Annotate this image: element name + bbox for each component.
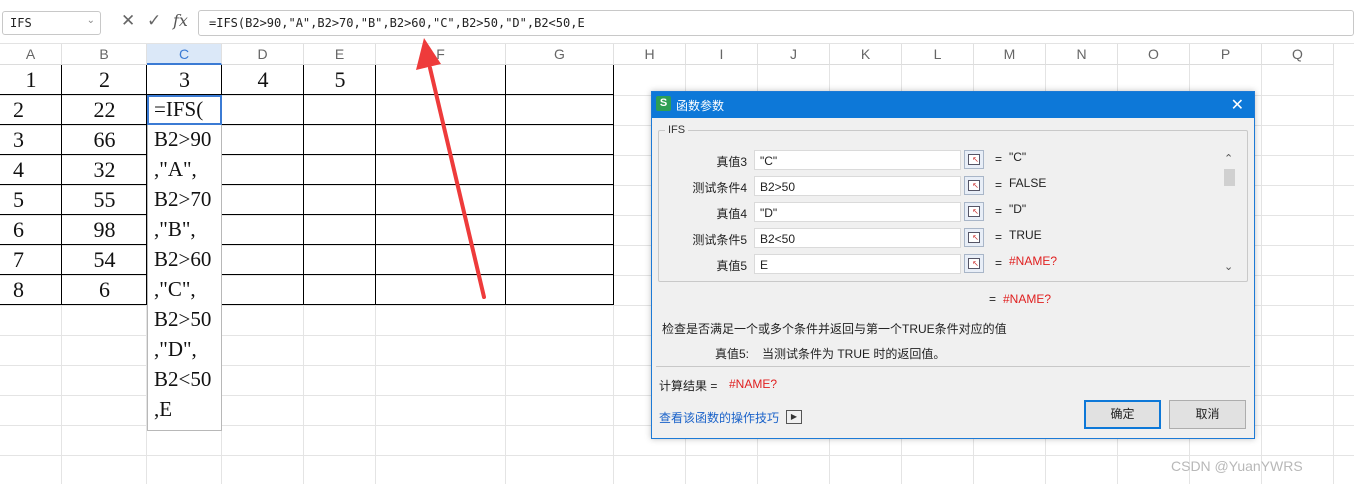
collapse-dialog-icon[interactable]: ↖ <box>964 176 984 195</box>
arg-help-text: 当测试条件为 TRUE 时的返回值。 <box>762 347 946 361</box>
param-eq: = <box>995 178 1003 192</box>
param-label: 真值4 <box>716 207 747 221</box>
param-input[interactable]: B2<50 <box>754 228 961 248</box>
overall-eq: = <box>989 292 997 306</box>
cell-ref-icon: ↖ <box>968 180 980 191</box>
param-label: 测试条件5 <box>692 233 747 247</box>
param-input[interactable]: "D" <box>754 202 961 222</box>
param-eq: = <box>995 152 1003 166</box>
param-result: FALSE <box>1009 176 1047 190</box>
cell-ref-icon: ↖ <box>968 206 980 217</box>
param-eq: = <box>995 204 1003 218</box>
param-input-value: B2<50 <box>760 232 796 246</box>
function-description: 检查是否满足一个或多个条件并返回与第一个TRUE条件对应的值 <box>662 322 1007 336</box>
param-label: 真值3 <box>716 155 747 169</box>
divider <box>656 366 1250 367</box>
param-result: TRUE <box>1009 228 1042 242</box>
watermark: CSDN @YuanYWRS <box>1171 458 1303 474</box>
app-logo-icon: S <box>656 96 671 111</box>
param-eq: = <box>995 256 1003 270</box>
collapse-dialog-icon[interactable]: ↖ <box>964 150 984 169</box>
function-name-label: IFS <box>665 124 689 136</box>
overall-result: #NAME? <box>1003 292 1052 306</box>
cell-ref-icon: ↖ <box>968 232 980 243</box>
ok-button[interactable]: 确定 <box>1084 400 1161 429</box>
calc-result-label: 计算结果 = <box>659 379 718 393</box>
function-arguments-dialog: S 函数参数 ✕ IFS 真值3 "C" ↖ = "C" 测试条件4 B2>50 ↖ = FALS… <box>651 91 1255 439</box>
cell-ref-icon: ↖ <box>968 154 980 165</box>
param-input[interactable]: B2>50 <box>754 176 961 196</box>
chevron-up-icon[interactable]: ⌃ <box>1224 152 1233 165</box>
calc-result-value: #NAME? <box>729 377 778 391</box>
dialog-title: 函数参数 <box>676 99 725 113</box>
dialog-titlebar[interactable]: S 函数参数 ✕ <box>652 92 1254 118</box>
close-icon[interactable]: ✕ <box>1231 95 1244 115</box>
cancel-button[interactable]: 取消 <box>1169 400 1246 429</box>
params-scrollbar[interactable]: ⌃ ⌄ <box>1222 152 1236 276</box>
collapse-dialog-icon[interactable]: ↖ <box>964 202 984 221</box>
collapse-dialog-icon[interactable]: ↖ <box>964 228 984 247</box>
param-eq: = <box>995 230 1003 244</box>
param-input[interactable]: E <box>754 254 961 274</box>
help-link[interactable]: 查看该函数的操作技巧 <box>659 409 779 426</box>
param-input-value: "D" <box>760 206 778 220</box>
cell-ref-icon: ↖ <box>968 258 980 269</box>
scrollbar-thumb[interactable] <box>1224 169 1235 186</box>
param-label: 真值5 <box>716 259 747 273</box>
arg-help-label: 真值5: <box>715 347 750 361</box>
param-input-value: B2>50 <box>760 180 796 194</box>
param-label: 测试条件4 <box>692 181 747 195</box>
param-input[interactable]: "C" <box>754 150 961 170</box>
param-result: "C" <box>1009 150 1027 164</box>
collapse-dialog-icon[interactable]: ↖ <box>964 254 984 273</box>
param-input-value: E <box>760 258 769 272</box>
spreadsheet-window: IFS ⌄ ✕ ✓ fx =IFS(B2>90,"A",B2>70,"B",B2… <box>0 0 1354 484</box>
param-result: "D" <box>1009 202 1027 216</box>
video-play-icon[interactable]: ▶ <box>786 410 802 424</box>
param-input-value: "C" <box>760 154 778 168</box>
param-result: #NAME? <box>1009 254 1058 268</box>
chevron-down-icon[interactable]: ⌄ <box>1224 260 1233 273</box>
